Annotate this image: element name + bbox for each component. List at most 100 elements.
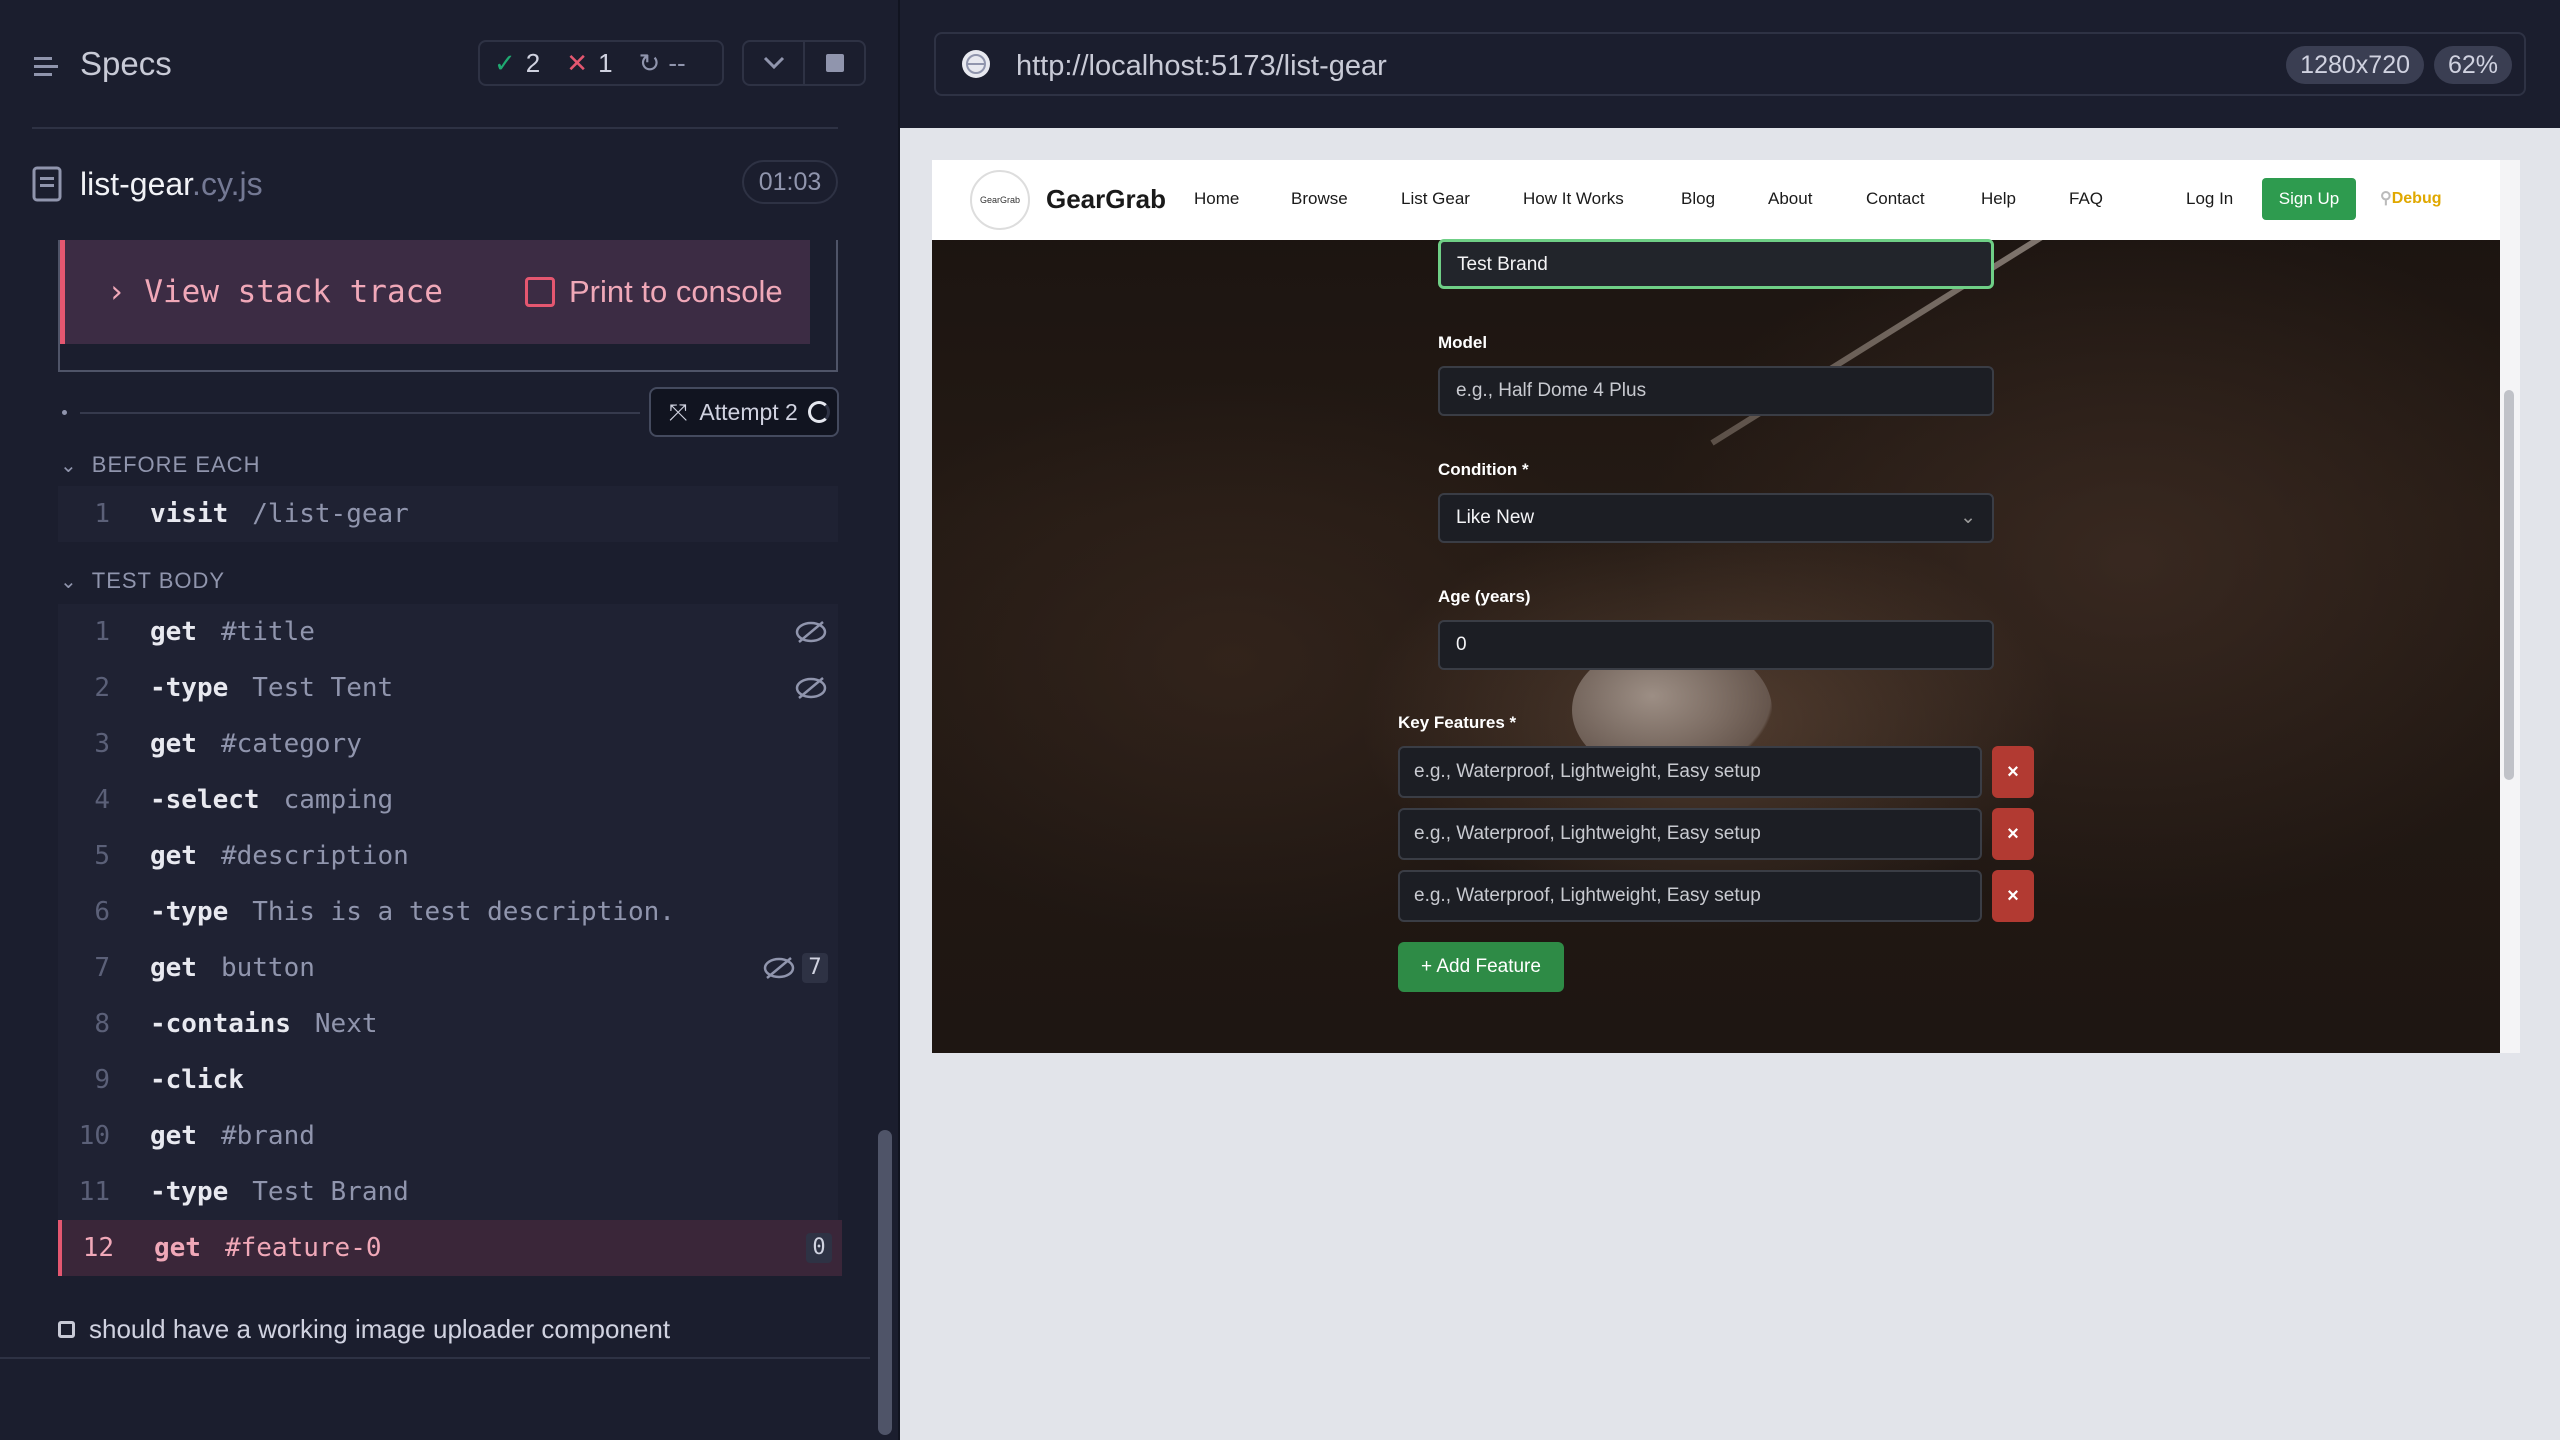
command-number: 8 [94,1009,110,1039]
nav-home[interactable]: Home [1194,189,1239,209]
debug-toggle[interactable]: ⚲Debug [2380,188,2442,208]
command-row[interactable]: 5 get #description [58,828,838,884]
age-input[interactable]: 0 [1438,620,1994,670]
command-message: #feature-0 [224,1233,382,1263]
print-to-console-button[interactable]: Print to console [525,274,783,310]
command-row[interactable]: 8 -contains Next [58,996,838,1052]
nav-how-it-works[interactable]: How It Works [1523,189,1624,209]
nav-list-gear[interactable]: List Gear [1401,189,1470,209]
attempt-marker [62,410,67,415]
command-row[interactable]: 11 -type Test Brand [58,1164,838,1220]
command-row[interactable]: 7 get button 7 [58,940,838,996]
nav-contact[interactable]: Contact [1866,189,1925,209]
collapse-icon: ⤧ [669,398,688,425]
attempt-label: Attempt 2 [699,398,798,425]
model-input[interactable]: e.g., Half Dome 4 Plus [1438,366,1994,416]
panel-resizer[interactable] [898,0,900,1440]
nav-blog[interactable]: Blog [1681,189,1715,209]
spec-file-name[interactable]: list-gear.cy.js [80,166,263,203]
command-row[interactable]: 6 -type This is a test description. [58,884,838,940]
command-number: 1 [94,499,110,529]
pending-test-icon [58,1321,75,1338]
menu-icon[interactable] [32,52,62,82]
attempt-divider [80,412,640,414]
specs-title[interactable]: Specs [80,45,172,83]
command-message: Test Brand [252,1177,409,1207]
command-row[interactable]: 10 get #brand [58,1108,838,1164]
before-each-label: BEFORE EACH [91,452,261,477]
command-name: -click [150,1065,244,1095]
viewport-size-badge[interactable]: 1280x720 [2286,46,2424,84]
chevron-down-icon: ⌄ [60,570,78,593]
condition-label: Condition * [1438,460,1529,479]
nav-faq[interactable]: FAQ [2069,189,2103,209]
app-under-test: GearGrab GearGrab Home Browse List Gear … [932,160,2500,1053]
pending-icon: ↻ [638,47,661,78]
error-actions: › View stack trace Print to console [60,240,810,344]
test-item[interactable]: should have a working image uploader com… [58,1314,670,1345]
command-name: -type [150,897,229,927]
command-row[interactable]: 1 visit /list-gear [58,486,838,542]
model-label: Model [1438,333,1488,352]
command-message: Next [314,1009,378,1039]
globe-icon [962,50,990,78]
app-scrollbar[interactable] [2504,390,2514,780]
command-row[interactable]: 2 -type Test Tent [58,660,838,716]
command-message: camping [283,785,394,815]
command-number: 11 [78,1177,110,1207]
nav-about[interactable]: About [1768,189,1812,209]
command-row[interactable]: 9 -click [58,1052,838,1108]
check-icon: ✓ [494,47,516,78]
before-each-header[interactable]: ⌄ BEFORE EACH [60,452,260,478]
command-number: 9 [94,1065,110,1095]
attempt-badge[interactable]: ⤧ Attempt 2 [649,387,839,437]
spec-file-ext: .cy.js [192,166,263,202]
command-number: 1 [94,617,110,647]
command-number: 6 [94,897,110,927]
duration-badge: 01:03 [742,160,838,204]
nav-help[interactable]: Help [1981,189,2016,209]
command-row-failed[interactable]: 12 get #feature-0 0 [58,1220,842,1276]
url-bar[interactable]: http://localhost:5173/list-gear 1280x720… [934,32,2526,96]
command-number: 7 [94,953,110,983]
brand-input[interactable]: Test Brand [1438,239,1994,289]
test-body-header[interactable]: ⌄ TEST BODY [60,568,225,594]
remove-feature-button[interactable]: × [1992,746,2034,798]
nav-browse[interactable]: Browse [1291,189,1348,209]
command-number: 12 [82,1233,114,1263]
reporter-scrollbar[interactable] [878,1130,892,1435]
print-console-label: Print to console [569,274,783,309]
passed-count: 2 [525,47,541,78]
command-row[interactable]: 3 get #category [58,716,838,772]
terminal-icon [525,277,555,307]
signup-button[interactable]: Sign Up [2262,178,2356,220]
feature-input[interactable]: e.g., Waterproof, Lightweight, Easy setu… [1398,870,1982,922]
remove-feature-button[interactable]: × [1992,870,2034,922]
brand-name[interactable]: GearGrab [1046,184,1166,215]
command-message: /list-gear [252,499,409,529]
logo-text: GearGrab [979,195,1021,205]
command-message: #brand [220,1121,315,1151]
login-link[interactable]: Log In [2186,189,2233,209]
command-message: #description [220,841,409,871]
command-row[interactable]: 4 -select camping [58,772,838,828]
geargrab-logo[interactable]: GearGrab [970,170,1030,230]
add-feature-button[interactable]: + Add Feature [1398,942,1564,992]
feature-input[interactable]: e.g., Waterproof, Lightweight, Easy setu… [1398,746,1982,798]
error-panel: › View stack trace Print to console [58,240,838,372]
feature-input[interactable]: e.g., Waterproof, Lightweight, Easy setu… [1398,808,1982,860]
stop-icon[interactable] [805,42,864,84]
view-stack-trace-button[interactable]: › View stack trace [107,274,443,310]
pending-count: -- [668,47,686,78]
run-controls [742,40,866,86]
remove-feature-button[interactable]: × [1992,808,2034,860]
command-row[interactable]: 1 get #title [58,604,838,660]
test-body-label: TEST BODY [91,568,226,593]
command-name: get [150,953,197,983]
zoom-badge[interactable]: 62% [2433,46,2512,84]
condition-select[interactable]: Like New ⌄ [1438,493,1994,543]
chevron-right-icon: › [107,274,145,310]
divider [32,127,838,129]
command-message: This is a test description. [252,897,675,927]
chevron-down-icon[interactable] [744,42,805,84]
